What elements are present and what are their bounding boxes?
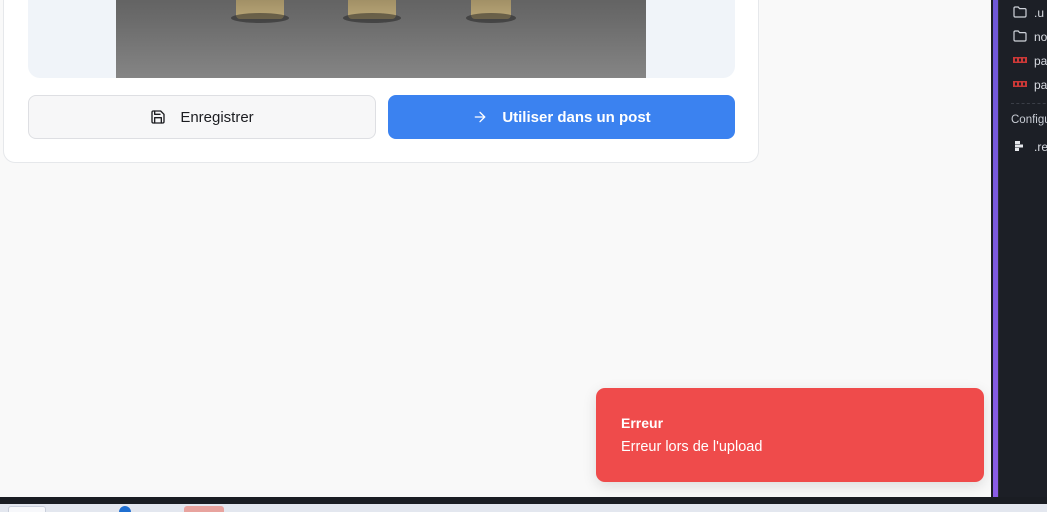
explorer-item[interactable]: no xyxy=(1013,27,1047,47)
folder-icon xyxy=(1013,5,1027,21)
taskbar-item[interactable] xyxy=(119,506,131,512)
explorer-item-label: .re xyxy=(1034,140,1047,154)
pallet-shadow xyxy=(466,13,516,23)
save-button[interactable]: Enregistrer xyxy=(28,95,376,139)
explorer-divider xyxy=(1011,103,1047,104)
explorer-item-label: no xyxy=(1034,30,1047,44)
explorer-item[interactable]: .u xyxy=(1013,3,1044,23)
explorer-item[interactable]: pa xyxy=(1013,51,1047,71)
window-accent-border xyxy=(991,0,998,497)
taskbar-item[interactable] xyxy=(8,506,46,512)
explorer-item[interactable]: .re xyxy=(1013,137,1047,157)
explorer-item-label: .u xyxy=(1034,6,1045,20)
npm-icon xyxy=(1013,78,1027,92)
npm-icon xyxy=(1013,54,1027,68)
toast-message: Erreur lors de l'upload xyxy=(621,439,763,455)
pallet-shadow xyxy=(231,13,289,23)
generated-image xyxy=(116,0,646,78)
explorer-item-label: pa xyxy=(1034,54,1047,68)
image-preview-frame xyxy=(28,0,735,78)
taskbar xyxy=(0,504,1047,512)
save-icon xyxy=(150,109,166,125)
pallet-shadow xyxy=(343,13,401,23)
taskbar-item[interactable] xyxy=(184,506,224,512)
error-toast[interactable]: Erreur Erreur lors de l'upload xyxy=(596,388,984,482)
use-in-post-label: Utiliser dans un post xyxy=(502,108,651,126)
image-card: Enregistrer Utiliser dans un post xyxy=(3,0,759,163)
toast-title: Erreur xyxy=(621,415,664,431)
arrow-right-icon xyxy=(472,109,488,125)
explorer-section-heading: Configu xyxy=(1011,114,1047,126)
use-in-post-button[interactable]: Utiliser dans un post xyxy=(388,95,735,139)
explorer-item-label: pa xyxy=(1034,78,1047,92)
explorer-item[interactable]: pa xyxy=(1013,75,1047,95)
file-explorer-panel: .u no pa pa Configu .re xyxy=(998,0,1047,497)
folder-icon xyxy=(1013,29,1027,45)
config-file-icon xyxy=(1013,140,1027,155)
app-content: Enregistrer Utiliser dans un post Erreur… xyxy=(0,0,991,497)
save-button-label: Enregistrer xyxy=(180,108,254,126)
